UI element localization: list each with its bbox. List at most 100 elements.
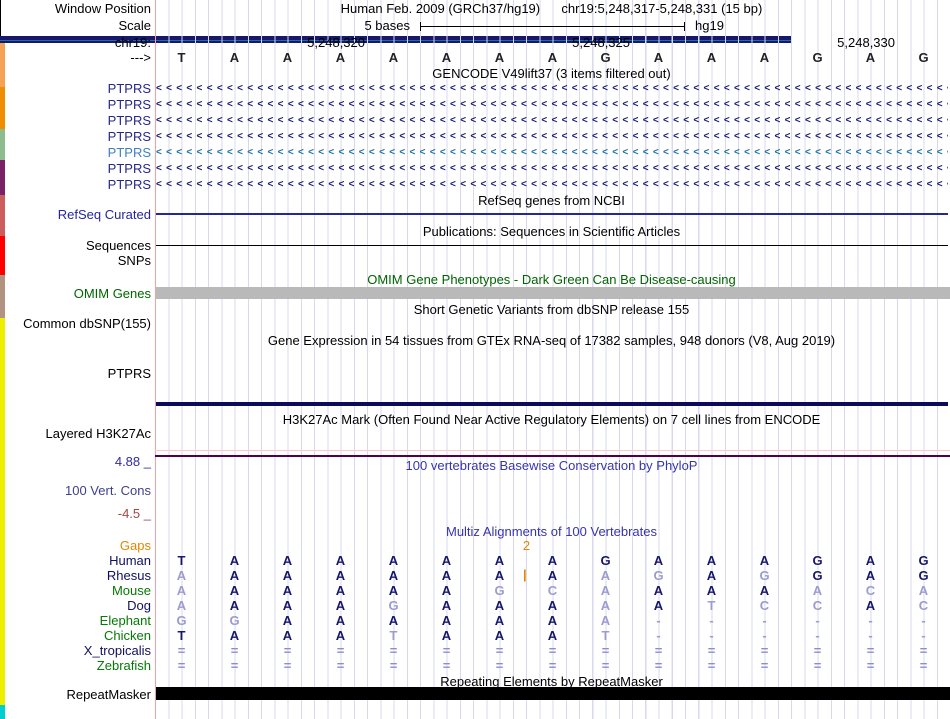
align-base: = xyxy=(579,659,632,672)
cons-min-label: -4.5 _ xyxy=(0,507,151,520)
align-base: A xyxy=(261,629,314,642)
common-dbsnp-label[interactable]: Common dbSNP(155) xyxy=(0,317,151,330)
gencode-gene-label[interactable]: PTPRS xyxy=(0,98,151,111)
align-base: G xyxy=(632,569,685,582)
align-base: C xyxy=(897,599,950,612)
sequence-base: A xyxy=(314,51,367,64)
species-label-human[interactable]: Human xyxy=(0,554,151,567)
align-base: = xyxy=(897,659,950,672)
align-base: T xyxy=(367,629,420,642)
species-label-gaps[interactable]: Gaps xyxy=(0,539,151,552)
scale-bar xyxy=(420,26,685,27)
align-base: A xyxy=(314,569,367,582)
omim-genes-label[interactable]: OMIM Genes xyxy=(0,287,151,300)
align-base: = xyxy=(155,659,208,672)
gencode-gene-label[interactable]: PTPRS xyxy=(0,130,151,143)
align-base: - xyxy=(738,629,791,642)
align-base: = xyxy=(155,644,208,657)
align-base: = xyxy=(844,659,897,672)
gtex-gene-model-line[interactable] xyxy=(156,402,948,406)
align-base: A xyxy=(632,554,685,567)
align-base: A xyxy=(420,584,473,597)
align-base: G xyxy=(897,569,950,582)
sequence-base: A xyxy=(844,51,897,64)
align-base: = xyxy=(420,659,473,672)
gtex-bar[interactable] xyxy=(0,705,5,719)
genome-browser-image[interactable]: Window Position Human Feb. 2009 (GRCh37/… xyxy=(0,0,950,719)
align-base: = xyxy=(367,659,420,672)
species-label-rhesus[interactable]: Rhesus xyxy=(0,569,151,582)
gencode-gene-label[interactable]: PTPRS xyxy=(0,162,151,175)
align-base: A xyxy=(473,554,526,567)
align-base: = xyxy=(632,644,685,657)
align-base: G xyxy=(791,569,844,582)
align-base: = xyxy=(526,644,579,657)
gtex-bar[interactable] xyxy=(0,43,5,87)
gencode-gene-label[interactable]: PTPRS xyxy=(0,82,151,95)
refseq-title: RefSeq genes from NCBI xyxy=(155,194,948,207)
align-base: A xyxy=(420,599,473,612)
layered-h3k27ac-label[interactable]: Layered H3K27Ac xyxy=(0,427,151,440)
align-base: = xyxy=(367,644,420,657)
align-base: A xyxy=(208,599,261,612)
sequence-base: G xyxy=(579,51,632,64)
snps-label[interactable]: SNPs xyxy=(0,254,151,267)
gap-count: 2 xyxy=(500,539,553,552)
align-base: A xyxy=(314,629,367,642)
align-base: = xyxy=(844,644,897,657)
align-base: A xyxy=(155,584,208,597)
dbsnp-title: Short Genetic Variants from dbSNP releas… xyxy=(155,303,948,316)
align-base: = xyxy=(897,644,950,657)
gencode-gene-label[interactable]: PTPRS xyxy=(0,114,151,127)
sequence-base: A xyxy=(526,51,579,64)
cons-track-label[interactable]: 100 Vert. Cons xyxy=(0,484,151,497)
align-base: = xyxy=(420,644,473,657)
gtex-gene-label[interactable]: PTPRS xyxy=(0,367,151,380)
align-base: = xyxy=(632,659,685,672)
refseq-gene-line[interactable] xyxy=(156,213,948,215)
align-base: A xyxy=(314,554,367,567)
align-base: - xyxy=(632,614,685,627)
sequences-label[interactable]: Sequences xyxy=(0,239,151,252)
species-label-zebrafish[interactable]: Zebrafish xyxy=(0,659,151,672)
sequences-line[interactable] xyxy=(156,245,948,246)
cons-title: 100 vertebrates Basewise Conservation by… xyxy=(155,459,948,472)
align-base: A xyxy=(420,629,473,642)
align-base: A xyxy=(367,554,420,567)
align-base: A xyxy=(261,599,314,612)
species-label-mouse[interactable]: Mouse xyxy=(0,584,151,597)
repeatmasker-label[interactable]: RepeatMasker xyxy=(0,688,151,701)
align-base: T xyxy=(155,554,208,567)
scale-bar-left-tick xyxy=(420,22,421,31)
chrom-label: chr19: xyxy=(0,36,151,49)
align-base: A xyxy=(420,554,473,567)
align-base: A xyxy=(473,629,526,642)
align-base: A xyxy=(367,584,420,597)
align-base: - xyxy=(632,629,685,642)
sequence-base: A xyxy=(685,51,738,64)
align-base: = xyxy=(791,644,844,657)
species-label-chicken[interactable]: Chicken xyxy=(0,629,151,642)
gencode-gene-arrows: <<<<<<<<<<<<<<<<<<<<<<<<<<<<<<<<<<<<<<<<… xyxy=(156,178,948,191)
align-base: A xyxy=(844,599,897,612)
species-label-x_tropicalis[interactable]: X_tropicalis xyxy=(0,644,151,657)
align-base: A xyxy=(685,584,738,597)
align-base: = xyxy=(738,659,791,672)
window-position-label: Window Position xyxy=(0,2,151,15)
species-label-elephant[interactable]: Elephant xyxy=(0,614,151,627)
species-label-dog[interactable]: Dog xyxy=(0,599,151,612)
align-base: A xyxy=(897,584,950,597)
ruler-label: 5,248,330 xyxy=(771,36,895,49)
gencode-gene-label[interactable]: PTPRS xyxy=(0,178,151,191)
gencode-gene-arrows: <<<<<<<<<<<<<<<<<<<<<<<<<<<<<<<<<<<<<<<<… xyxy=(156,114,948,127)
align-base: A xyxy=(526,599,579,612)
gencode-gene-label[interactable]: PTPRS xyxy=(0,146,151,159)
align-base: A xyxy=(367,614,420,627)
align-base: A xyxy=(579,584,632,597)
align-base: = xyxy=(208,659,261,672)
refseq-curated-label[interactable]: RefSeq Curated xyxy=(0,208,151,221)
align-base: A xyxy=(208,584,261,597)
align-base: = xyxy=(791,659,844,672)
omim-gray-bar[interactable] xyxy=(156,287,950,299)
repeatmasker-bar[interactable] xyxy=(156,687,950,700)
